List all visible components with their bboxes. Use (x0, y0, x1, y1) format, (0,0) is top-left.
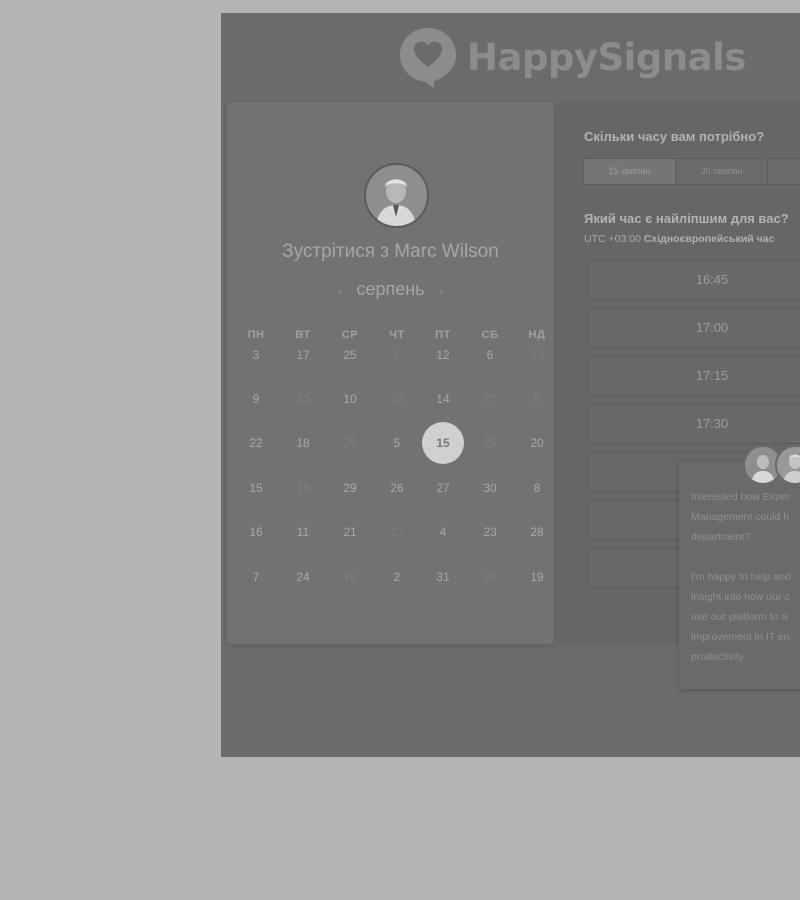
duration-question: Скільки часу вам потрібно? (584, 129, 765, 144)
chat-popup[interactable]: Interested how Exper Management could h … (679, 445, 800, 689)
calendar-day[interactable]: 22 (236, 433, 276, 453)
calendar-day[interactable]: 23 (470, 522, 510, 542)
calendar-day[interactable]: 29 (330, 478, 370, 498)
timezone-label[interactable]: UTC +03:00 Східноєвропейський час (584, 233, 774, 245)
calendar-day[interactable]: 7 (236, 567, 276, 587)
calendar-day: 29 (483, 436, 497, 450)
calendar-day: 13 (530, 348, 544, 362)
header: HappySignals (221, 13, 800, 101)
calendar-day[interactable]: 25 (330, 345, 370, 365)
calendar-day[interactable]: 15 (236, 478, 276, 498)
weekday-label: НД (528, 329, 546, 341)
calendar-day[interactable]: 26 (377, 478, 417, 498)
calendar-day: 6 (393, 348, 401, 362)
calendar-day[interactable]: 16 (236, 522, 276, 542)
weekday-label: СР (341, 329, 359, 341)
calendar-day: 16 (343, 570, 357, 584)
calendar-day[interactable]: 20 (517, 433, 557, 453)
person-avatar-icon (366, 165, 427, 226)
host-avatar (364, 163, 429, 228)
calendar-day[interactable]: 28 (517, 522, 557, 542)
calendar-day[interactable]: 21 (330, 522, 370, 542)
timezone-name: Східноєвропейський час (643, 233, 775, 245)
weekday-label: СБ (481, 329, 499, 341)
calendar-day[interactable]: 11 (283, 522, 323, 542)
weekday-label: ПТ (435, 329, 451, 341)
calendar-day[interactable]: 4 (423, 522, 463, 542)
duration-tab[interactable]: 1 (768, 159, 800, 184)
month-navigation: ‹ серпень › (227, 279, 554, 300)
brand-name: HappySignals (467, 35, 746, 79)
calendar-day[interactable]: 14 (423, 389, 463, 409)
time-slot-button[interactable]: 17:00 (587, 308, 800, 348)
calendar-day: 23 (296, 392, 310, 406)
brand-logo: HappySignals (397, 25, 746, 89)
weekday-label: ВТ (295, 329, 311, 341)
calendar-day: 27 (483, 392, 497, 406)
time-question: Який час є найліпшим для вас? (584, 211, 789, 226)
calendar-day[interactable]: 24 (283, 567, 323, 587)
calendar-day[interactable]: 30 (470, 478, 510, 498)
heart-chat-icon (400, 28, 456, 88)
calendar-day: 23 (390, 392, 404, 406)
calendar-day: 18 (296, 481, 310, 495)
calendar-day[interactable]: 10 (330, 389, 370, 409)
calendar-day[interactable]: 2 (377, 567, 417, 587)
calendar-day[interactable]: 8 (517, 478, 557, 498)
duration-tab[interactable]: 15 хвилин (584, 159, 676, 184)
calendar-day[interactable]: 19 (517, 567, 557, 587)
chat-message: Interested how Exper Management could h … (691, 491, 792, 663)
calendar-day: 27 (390, 525, 404, 539)
calendar-day[interactable]: 6 (470, 345, 510, 365)
calendar-day[interactable]: 27 (423, 478, 463, 498)
weekday-label: ПН (247, 329, 265, 341)
person-avatar-icon (777, 447, 800, 483)
calendar-day[interactable]: 9 (236, 389, 276, 409)
calendar-day: 25 (343, 436, 357, 450)
time-slot-button[interactable]: 17:30 (587, 404, 800, 444)
calendar-day[interactable]: 17 (283, 345, 323, 365)
meeting-title: Зустрітися з Marc Wilson (282, 241, 499, 262)
scheduler-window: HappySignals Зустрітися з Marc Wilson ‹ … (221, 13, 800, 757)
calendar-day[interactable]: 3 (236, 345, 276, 365)
duration-selector: 15 хвилин30 хвилин1 (583, 158, 800, 185)
calendar-card: Зустрітися з Marc Wilson ‹ серпень › ПН В… (227, 102, 554, 644)
calendar-day[interactable]: 12 (423, 345, 463, 365)
time-slot-button[interactable]: 17:15 (587, 356, 800, 396)
chevron-right-icon[interactable]: › (439, 282, 444, 298)
calendar-day: 26 (483, 570, 497, 584)
weekday-label: ЧТ (389, 329, 405, 341)
time-slot-button[interactable]: 16:45 (587, 260, 800, 300)
calendar-day[interactable]: 5 (377, 433, 417, 453)
calendar-day[interactable]: 31 (423, 567, 463, 587)
duration-tab[interactable]: 30 хвилин (676, 159, 768, 184)
month-label: серпень (356, 279, 425, 299)
chevron-left-icon[interactable]: ‹ (338, 282, 343, 298)
calendar-day[interactable]: 18 (283, 433, 323, 453)
calendar-day: 8 (533, 392, 541, 406)
timezone-offset: UTC +03:00 (584, 233, 641, 245)
selected-day[interactable]: 15 (422, 422, 464, 464)
